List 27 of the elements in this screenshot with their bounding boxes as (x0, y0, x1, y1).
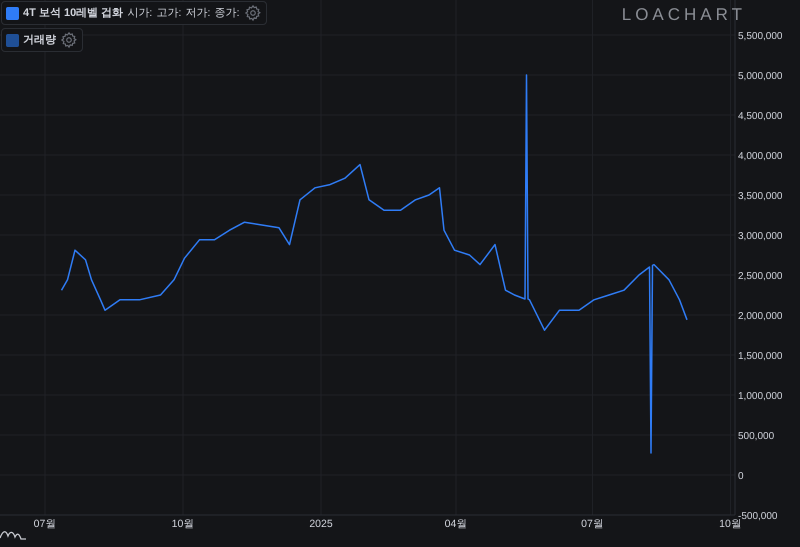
axis-label: 04월 (444, 518, 468, 530)
axis-label: 1,000,000 (738, 391, 782, 402)
axis-label: 0 (738, 471, 744, 482)
axis-label: 5,500,000 (738, 31, 782, 42)
axis-label: 07월 (34, 518, 56, 530)
legend-field: 저가: (185, 4, 210, 22)
axis-label: 5,000,000 (738, 71, 782, 82)
axis-label: 4,000,000 (738, 151, 782, 162)
axis-label: 4,500,000 (738, 111, 782, 122)
axis-label: 2,500,000 (738, 271, 782, 282)
legend-field: 고가: (156, 4, 182, 22)
settings-icon[interactable] (244, 4, 262, 22)
wave-logo-icon (0, 528, 26, 542)
watermark: LOACHART (622, 4, 746, 26)
settings-icon[interactable] (60, 31, 78, 49)
legend-field: 시가: (127, 4, 152, 22)
axis-label: 10월 (172, 518, 194, 530)
axis-label: 1,500,000 (738, 351, 782, 362)
series-name: 4T 보석 10레벨 겁화 (23, 6, 124, 21)
axis-label: 500,000 (738, 431, 774, 442)
axis-label: 2025 (309, 518, 333, 530)
axis-label: 3,000,000 (738, 231, 782, 242)
axis-label: 2,000,000 (738, 311, 782, 322)
legend-field: 종가: (214, 4, 240, 22)
axis-label: 07월 (581, 518, 604, 530)
series-name: 거래량 (23, 32, 56, 48)
axis-label: 3,500,000 (738, 191, 782, 202)
